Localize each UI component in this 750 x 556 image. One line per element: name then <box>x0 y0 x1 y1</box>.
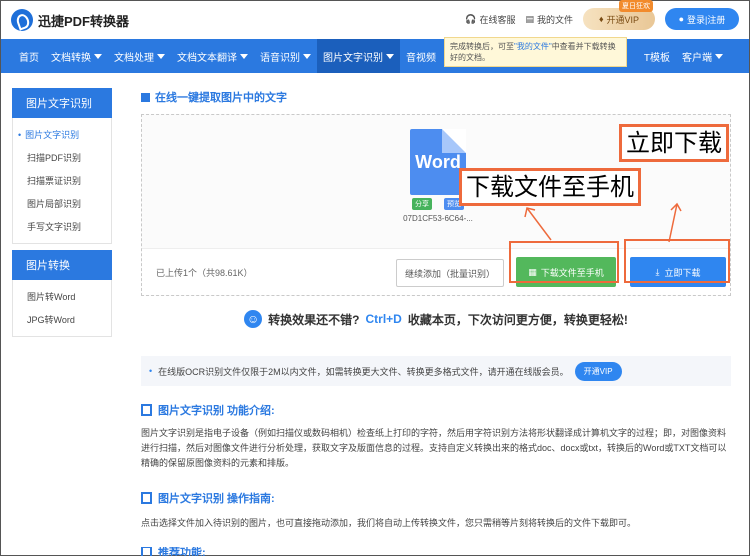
guide-heading-text: 图片文字识别 操作指南: <box>158 493 275 505</box>
caret-down-icon <box>157 53 165 59</box>
recommend-heading: 推荐功能: <box>141 547 206 556</box>
word-file-icon-text: Word <box>415 152 461 172</box>
promo-badge: 夏日狂欢 <box>619 0 653 12</box>
header-actions: 🎧 在线客服 ▤ 我的文件 ♦ 开通VIP 夏日狂欢 ● 登录|注册 <box>465 0 739 30</box>
section-title-text: 在线一键提取图片中的文字 <box>155 92 287 104</box>
intro-icon <box>141 404 152 416</box>
promo-shortcut: Ctrl+D <box>365 312 402 326</box>
callout-download-now: 立即下载 <box>619 124 729 162</box>
recommend-heading-text: 推荐功能: <box>158 547 206 556</box>
nav-item[interactable]: 文档转换 <box>45 39 108 73</box>
nav-item-label: 语音识别 <box>260 52 300 64</box>
sidebar-list: 图片转Word JPG转Word <box>12 280 112 337</box>
recommend-icon <box>141 547 152 556</box>
caret-down-icon <box>715 53 723 59</box>
headset-icon: 🎧 <box>465 13 477 24</box>
nav-item-label: 音视频 <box>406 52 436 64</box>
nav-item[interactable]: 文档处理 <box>108 39 171 73</box>
notice-text: 在线版OCR识别文件仅限于2M以内文件，如需转换更大文件、转换更多格式文件，请开… <box>158 366 569 377</box>
promo-text-end: 收藏本页，下次访问更方便，转换更轻松! <box>407 312 628 327</box>
section-marker-icon <box>141 92 150 102</box>
my-files-label: 我的文件 <box>536 14 573 25</box>
file-name: 07D1CF53-6C64-... <box>403 214 473 223</box>
nav-item-label: 文档转换 <box>51 52 91 64</box>
nav-item[interactable]: T模板 <box>638 39 676 73</box>
nav-item[interactable]: 图片文字识别 <box>317 39 400 73</box>
highlight-frame-phone <box>509 241 619 283</box>
nav-right: T模板 客户端 <box>638 39 729 73</box>
main-content: 在线一键提取图片中的文字 Word 分享 预览 07D1CF53-6C64-..… <box>141 88 731 556</box>
sidebar-group-title: 图片文字识别 <box>12 88 112 118</box>
callout-download-phone: 下载文件至手机 <box>459 168 641 206</box>
service-label: 在线客服 <box>479 14 516 25</box>
vip-label: 开通VIP <box>606 14 640 25</box>
intro-heading: 图片文字识别 功能介绍: <box>141 402 275 418</box>
login-button[interactable]: ● 登录|注册 <box>665 8 739 30</box>
diamond-icon: ♦ <box>598 13 604 24</box>
upload-count: 已上传1个（共98.61K） <box>156 267 253 278</box>
intro-body: 图片文字识别是指电子设备（例如扫描仪或数码相机）检查纸上打印的字符，然后用字符识… <box>141 428 727 468</box>
nav-item[interactable]: 文档文本翻译 <box>171 39 254 73</box>
guide-heading: 图片文字识别 操作指南: <box>141 490 275 506</box>
nav-item-label: 文档文本翻译 <box>177 52 237 64</box>
nav-item-label: 文档处理 <box>114 52 154 64</box>
sidebar-item[interactable]: 手写文字识别 <box>13 215 111 238</box>
nav-item[interactable]: 音视频 <box>400 39 442 73</box>
nav-item[interactable]: 首页 <box>13 39 45 73</box>
intro-heading-text: 图片文字识别 功能介绍: <box>158 405 275 417</box>
nav-item[interactable]: 语音识别 <box>254 39 317 73</box>
nav-item-label: 图片文字识别 <box>323 52 383 64</box>
highlight-frame-download <box>624 239 730 283</box>
sidebar-item[interactable]: 扫描PDF识别 <box>13 146 111 169</box>
user-icon: ● <box>678 13 685 24</box>
caret-down-icon <box>240 53 248 59</box>
bullet-icon: • <box>149 366 153 376</box>
logo-icon <box>11 9 33 31</box>
notice-vip-button[interactable]: 开通VIP <box>574 361 622 381</box>
share-button[interactable]: 分享 <box>412 198 432 210</box>
arrow-to-phone-icon <box>524 207 552 241</box>
sidebar-group-title: 图片转换 <box>12 250 112 280</box>
top-bar: 迅捷PDF转换器 🎧 在线客服 ▤ 我的文件 ♦ 开通VIP 夏日狂欢 ● 登录… <box>1 0 749 39</box>
guide-body: 点击选择文件加入待识别的图片，也可直接拖动添加，我们将自动上传转换文件，您只需稍… <box>141 518 637 528</box>
caret-down-icon <box>303 53 311 59</box>
caret-down-icon <box>386 53 394 59</box>
nav-item-label: T模板 <box>643 52 670 64</box>
nav-item[interactable]: 客户端 <box>676 39 729 73</box>
open-vip-button[interactable]: ♦ 开通VIP 夏日狂欢 <box>583 0 655 30</box>
sidebar-item[interactable]: 图片文字识别 <box>13 123 111 146</box>
bookmark-promo: ☺ 转换效果还不错? Ctrl+D 收藏本页，下次访问更方便，转换更轻松! <box>141 310 731 328</box>
sidebar-item[interactable]: 扫描票证识别 <box>13 169 111 192</box>
document-icon: ▤ <box>525 13 534 24</box>
size-limit-notice: • 在线版OCR识别文件仅限于2M以内文件，如需转换更大文件、转换更多格式文件，… <box>141 356 731 386</box>
my-files-tooltip: 完成转换后，可至"我的文件"中查看并下载转换好的文档。 <box>444 37 627 67</box>
word-file-icon: Word <box>410 129 466 195</box>
logo-text: 迅捷PDF转换器 <box>38 13 130 29</box>
service-link[interactable]: 🎧 在线客服 <box>465 13 515 26</box>
tooltip-text: 完成转换后，可至 <box>450 42 514 51</box>
smile-icon: ☺ <box>244 310 263 328</box>
sidebar: 图片文字识别图片文字识别扫描PDF识别扫描票证识别图片局部识别手写文字识别图片转… <box>12 88 112 337</box>
sidebar-item[interactable]: 图片局部识别 <box>13 192 111 215</box>
main-nav: 首页 文档转换 文档处理 文档文本翻译 语音识别 图片文字识别 音视频 T模板 客户端 <box>1 39 749 73</box>
nav-item-label: 首页 <box>19 52 39 64</box>
tooltip-my-files-link[interactable]: "我的文件" <box>514 42 552 51</box>
login-label: 登录|注册 <box>687 14 726 25</box>
logo[interactable]: 迅捷PDF转换器 <box>11 9 129 31</box>
arrow-to-download-icon <box>668 202 682 243</box>
promo-text: 转换效果还不错? <box>268 312 360 327</box>
my-files-link[interactable]: ▤ 我的文件 <box>525 13 573 26</box>
continue-add-button[interactable]: 继续添加（批量识别） <box>396 259 504 287</box>
nav-item-label: 客户端 <box>682 52 712 64</box>
section-title: 在线一键提取图片中的文字 <box>141 88 731 106</box>
sidebar-item[interactable]: 图片转Word <box>13 285 111 308</box>
sidebar-list: 图片文字识别扫描PDF识别扫描票证识别图片局部识别手写文字识别 <box>12 118 112 244</box>
guide-icon <box>141 492 152 504</box>
caret-down-icon <box>94 53 102 59</box>
sidebar-item[interactable]: JPG转Word <box>13 308 111 331</box>
